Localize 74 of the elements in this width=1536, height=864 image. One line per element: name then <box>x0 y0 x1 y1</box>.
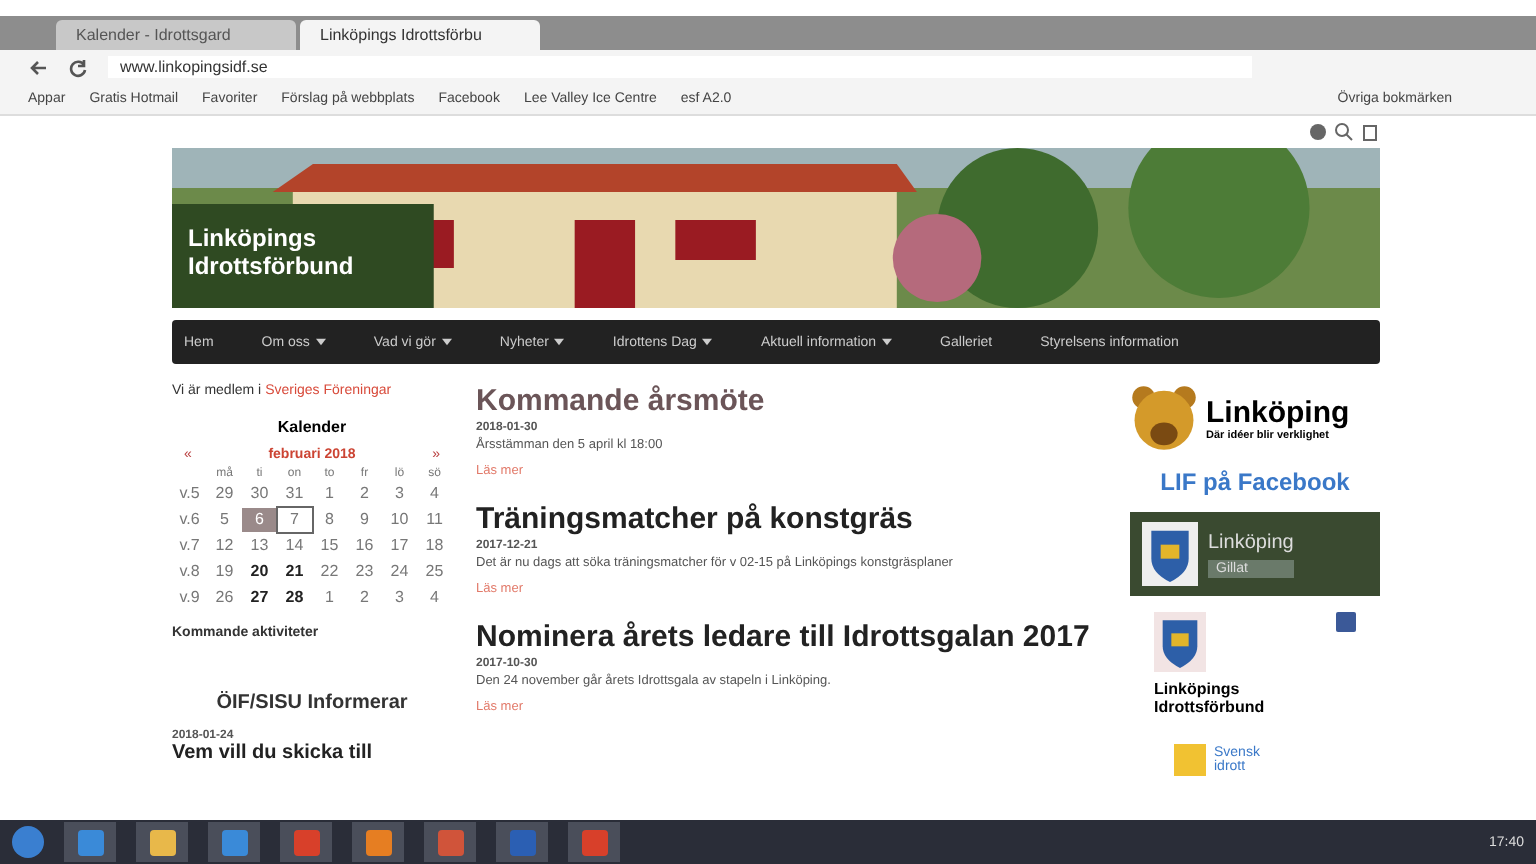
facebook-icon[interactable] <box>1336 612 1356 632</box>
calendar-day[interactable]: 3 <box>382 586 417 610</box>
calendar-day[interactable]: 16 <box>347 534 382 558</box>
taskbar-app-icon[interactable] <box>64 822 116 862</box>
info-title[interactable]: Vem vill du skicka till <box>172 742 452 764</box>
taskbar-app-icon[interactable] <box>136 822 188 862</box>
calendar-heading: Kalender <box>275 418 349 436</box>
taskbar-app-icon[interactable] <box>568 822 620 862</box>
calendar-day[interactable]: 2 <box>347 482 382 506</box>
week-number: v.8 <box>177 560 202 584</box>
calendar-day[interactable]: 9 <box>347 508 382 532</box>
sponsor-logo-icon <box>1174 744 1206 776</box>
back-icon[interactable] <box>28 57 48 77</box>
calendar-day[interactable]: 21 <box>277 560 312 584</box>
browser-tab[interactable]: Kalender - Idrottsgard <box>56 20 296 50</box>
calendar-day[interactable]: 1 <box>312 586 347 610</box>
logo-text: Linköping <box>1206 395 1350 429</box>
calendar-day[interactable]: 3 <box>382 482 417 506</box>
start-icon[interactable] <box>12 826 44 858</box>
calendar-day[interactable]: 24 <box>382 560 417 584</box>
calendar-day[interactable]: 10 <box>382 508 417 532</box>
taskbar-app-icon[interactable] <box>208 822 260 862</box>
address-field[interactable]: www.linkopingsidf.se <box>108 56 1252 78</box>
bear-logo-icon <box>1130 384 1198 452</box>
calendar-day[interactable]: 6 <box>242 508 277 532</box>
facebook-heading: LIF på Facebook <box>1158 468 1352 496</box>
shield-icon <box>1154 612 1206 672</box>
calendar-day[interactable]: 26 <box>207 586 242 610</box>
taskbar-app-icon[interactable] <box>424 822 476 862</box>
calendar-day[interactable]: 23 <box>347 560 382 584</box>
post-title[interactable]: Träningsmatcher på konstgräs <box>476 502 1106 536</box>
calendar-day[interactable]: 25 <box>417 560 452 584</box>
week-number: v.9 <box>177 586 202 610</box>
calendar-day[interactable]: 27 <box>242 586 277 610</box>
caret-icon <box>882 337 893 346</box>
calendar-day[interactable]: 18 <box>417 534 452 558</box>
calendar-day[interactable]: 5 <box>207 508 242 532</box>
calendar-day[interactable]: 13 <box>242 534 277 558</box>
taskbar-app-icon[interactable] <box>352 822 404 862</box>
calendar-day[interactable]: 8 <box>312 508 347 532</box>
caret-icon <box>441 337 452 346</box>
tool-icons-drawing[interactable] <box>1308 122 1380 142</box>
calendar-day[interactable]: 7 <box>277 508 312 532</box>
caret-icon <box>554 337 565 346</box>
calendar-day[interactable]: 31 <box>277 482 312 506</box>
week-number: v.6 <box>177 508 202 532</box>
browser-tab[interactable]: Linköpings Idrottsförbu <box>300 20 540 50</box>
calendar-day[interactable]: 4 <box>417 586 452 610</box>
caret-icon <box>702 337 713 346</box>
calendar-day[interactable]: 1 <box>312 482 347 506</box>
shield-icon <box>1142 522 1198 586</box>
reload-icon[interactable] <box>68 57 88 77</box>
calendar-day[interactable]: 28 <box>277 586 312 610</box>
post-title[interactable]: Nominera årets ledare till Idrottsgalan 2017 <box>476 620 1106 654</box>
calendar-day[interactable]: 22 <box>312 560 347 584</box>
post-title[interactable]: Kommande årsmöte <box>476 384 1106 418</box>
calendar-day[interactable]: 30 <box>242 482 277 506</box>
calendar-day[interactable]: 17 <box>382 534 417 558</box>
calendar-day[interactable]: 29 <box>207 482 242 506</box>
calendar-day[interactable]: 12 <box>207 534 242 558</box>
calendar-day[interactable]: 2 <box>347 586 382 610</box>
calendar-day[interactable]: 15 <box>312 534 347 558</box>
week-number: v.7 <box>177 534 202 558</box>
facebook-page-title[interactable]: Linköpings Idrottsförbund <box>1130 680 1294 716</box>
caret-icon <box>315 337 326 346</box>
week-number: v.5 <box>177 482 202 506</box>
calendar-day[interactable]: 20 <box>242 560 277 584</box>
facebook-page-name[interactable]: Linköping <box>1208 531 1294 553</box>
calendar-day[interactable]: 19 <box>207 560 242 584</box>
calendar-day[interactable]: 4 <box>417 482 452 506</box>
calendar-day[interactable]: 11 <box>417 508 452 532</box>
info-heading: ÖIF/SISU Informerar <box>214 692 410 714</box>
calendar-day[interactable]: 14 <box>277 534 312 558</box>
taskbar-app-icon[interactable] <box>280 822 332 862</box>
